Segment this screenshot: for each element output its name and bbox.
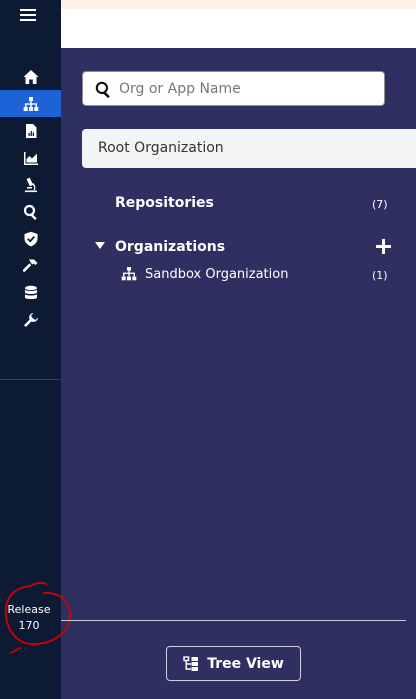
nav-data[interactable]: [0, 279, 61, 306]
wrench-icon: [23, 312, 38, 327]
organizations-label[interactable]: Organizations: [115, 239, 225, 255]
nav-reports[interactable]: [0, 117, 61, 144]
shield-check-icon: [24, 231, 37, 246]
nav-organizations[interactable]: [0, 90, 61, 117]
search-input[interactable]: [119, 78, 369, 100]
nav-search[interactable]: [0, 198, 61, 225]
org-hierarchy-icon: [23, 96, 38, 111]
root-organization-row[interactable]: Root Organization: [82, 129, 416, 168]
microscope-icon: [24, 177, 37, 192]
notice-strip: [61, 0, 416, 9]
repositories-label[interactable]: Repositories: [115, 195, 214, 211]
tree-view-button[interactable]: Tree View: [166, 646, 301, 681]
annotation-circle: [4, 582, 71, 654]
nav-settings[interactable]: [0, 306, 61, 333]
nav-build[interactable]: [0, 252, 61, 279]
top-header: [61, 0, 416, 48]
report-icon: [25, 123, 36, 138]
area-chart-icon: [23, 151, 38, 165]
repositories-count: (7): [372, 198, 388, 211]
hamburger-icon[interactable]: [20, 9, 36, 23]
tree-structure-icon: [183, 655, 199, 671]
search-icon: [23, 204, 37, 220]
nav-security[interactable]: [0, 225, 61, 252]
org-search-box[interactable]: [82, 71, 385, 106]
rail-divider: [0, 379, 61, 380]
home-icon: [23, 69, 38, 84]
org-hierarchy-icon: [121, 267, 137, 281]
nav-home[interactable]: [0, 63, 61, 90]
tree-item-count: (1): [372, 269, 388, 282]
caret-down-icon[interactable]: [95, 242, 105, 249]
database-icon: [24, 285, 37, 299]
nav-scans[interactable]: [0, 171, 61, 198]
tree-view-label: Tree View: [207, 655, 284, 672]
footer-divider: [61, 620, 406, 621]
nav-icon-list: [0, 63, 61, 333]
tree-item-sandbox-organization[interactable]: Sandbox Organization: [121, 265, 288, 283]
search-icon: [95, 81, 110, 98]
tree-item-label: Sandbox Organization: [145, 266, 289, 282]
add-organization-icon[interactable]: [376, 239, 392, 255]
hammer-icon: [22, 259, 37, 272]
nav-analytics[interactable]: [0, 144, 61, 171]
